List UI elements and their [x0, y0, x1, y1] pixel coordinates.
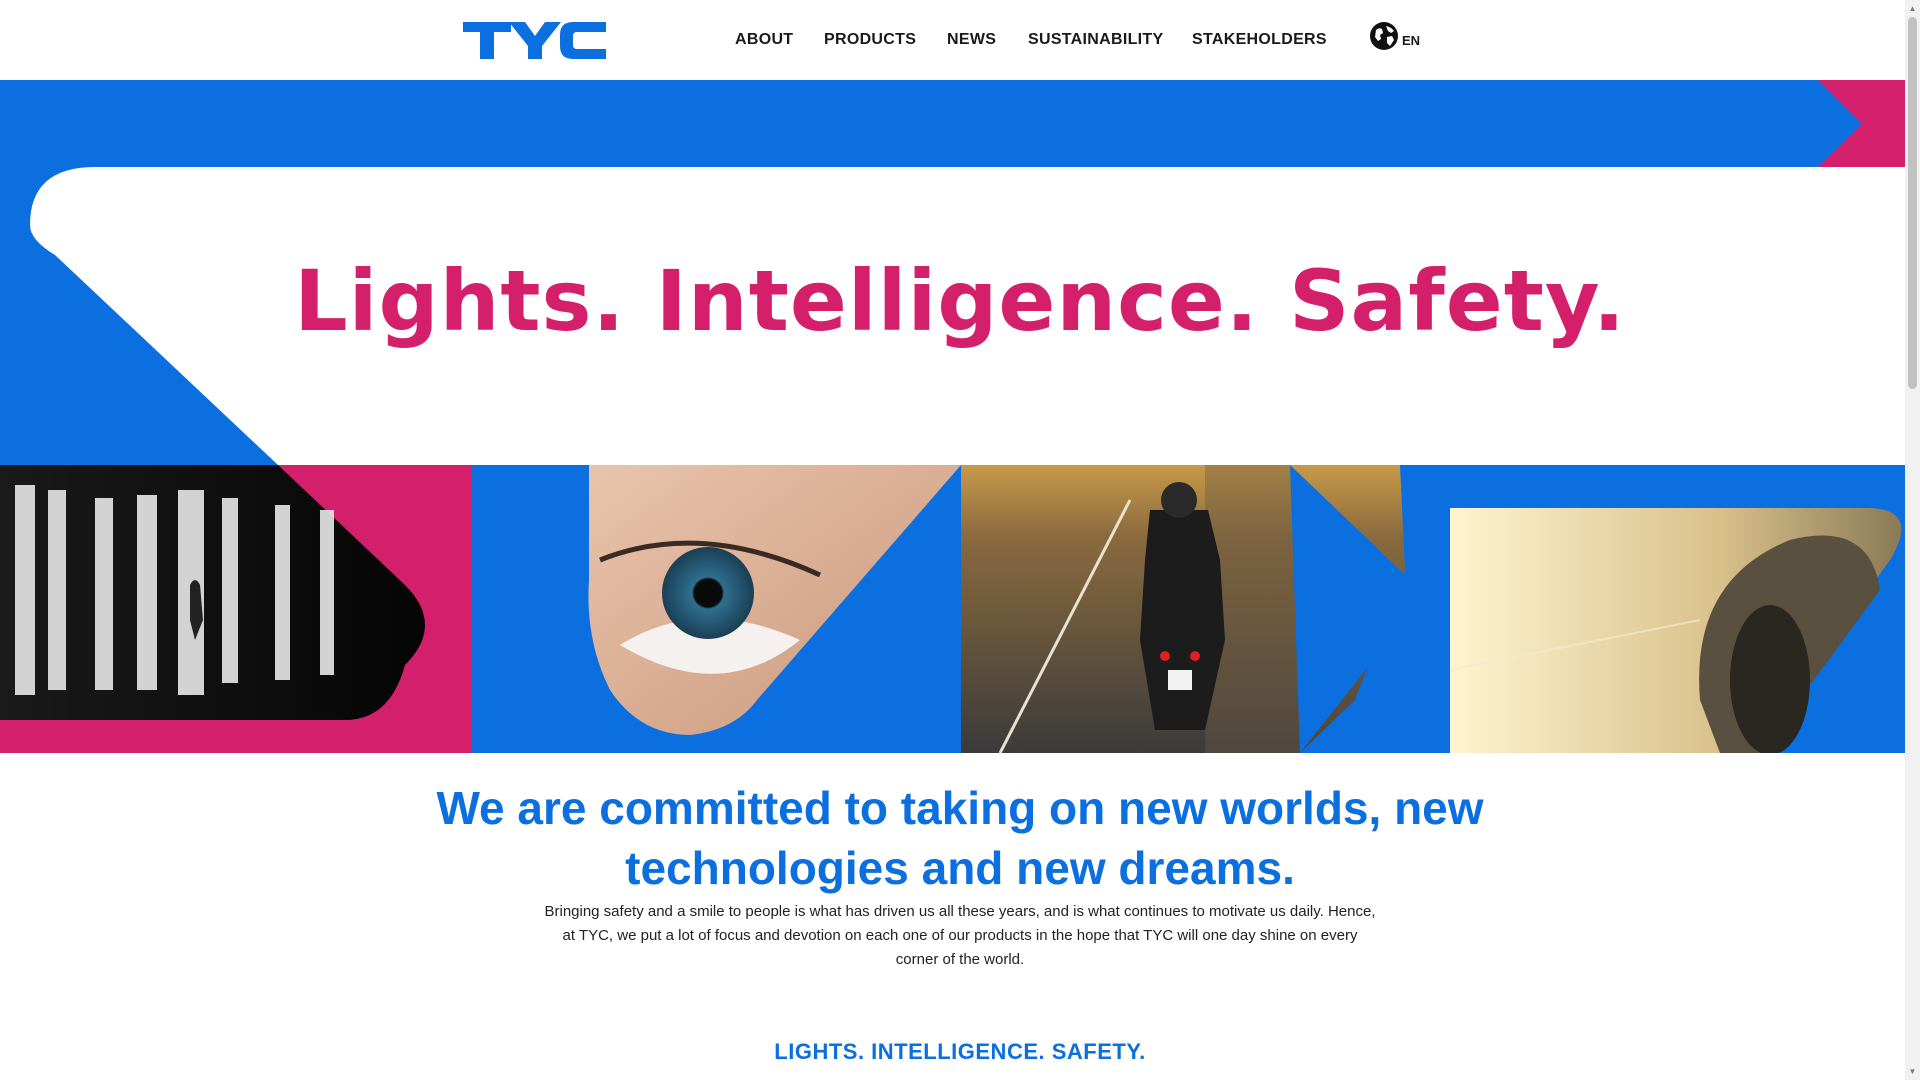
nav-sustainability[interactable]: SUSTAINABILITY [1028, 31, 1163, 49]
hero-headline: Lights. Intelligence. Safety. [294, 252, 1626, 350]
hero-banner: Lights. Intelligence. Safety. [0, 80, 1920, 753]
nav-products[interactable]: PRODUCTS [824, 31, 916, 49]
language-label: EN [1402, 33, 1421, 48]
language-selector[interactable]: EN [1369, 21, 1420, 51]
intro-paragraph: Bringing safety and a smile to people is… [544, 903, 1376, 968]
tyc-logo[interactable] [463, 22, 606, 59]
scroll-up-arrow[interactable]: ▲ [1908, 4, 1917, 13]
globe-icon [1370, 22, 1398, 50]
vertical-scrollbar[interactable]: ▲ ▼ [1905, 0, 1920, 1080]
nav-about[interactable]: ABOUT [735, 31, 793, 49]
scroll-down-arrow[interactable]: ▼ [1908, 1067, 1917, 1076]
scroll-thumb[interactable] [1908, 17, 1917, 389]
tagline: LIGHTS. INTELLIGENCE. SAFETY. [774, 1039, 1146, 1064]
nav-stakeholders[interactable]: STAKEHOLDERS [1192, 31, 1327, 49]
hero-graphic [0, 80, 1920, 753]
site-header: ABOUT PRODUCTS NEWS SUSTAINABILITY STAKE… [0, 0, 1920, 80]
main-heading: We are committed to taking on new worlds… [436, 782, 1484, 894]
nav-news[interactable]: NEWS [947, 31, 996, 49]
